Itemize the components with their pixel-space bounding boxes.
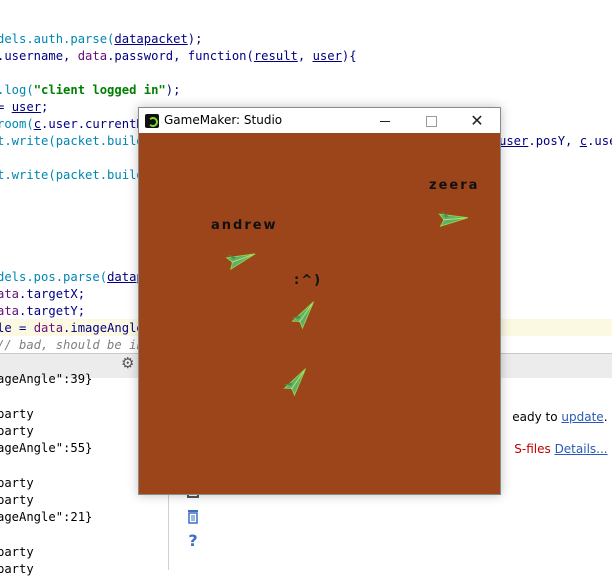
code-token: datapacket (114, 32, 188, 46)
trash-icon[interactable] (184, 507, 202, 525)
game-canvas[interactable]: zeera andrew :^) (139, 133, 500, 494)
code-token: // bad, should be in (0, 338, 144, 352)
code-line: // bad, should be in (0, 337, 144, 354)
code-token: data (77, 49, 108, 63)
console-line: party (0, 423, 34, 438)
player-name-label: zeera (429, 178, 480, 193)
help-icon[interactable]: ? (184, 531, 202, 550)
code-token: ata (0, 304, 20, 318)
console-line: party (0, 493, 34, 508)
code-line: dels.auth.parse(datapacket); (0, 31, 202, 48)
code-token: "client logged in" (33, 83, 166, 97)
code-token: le = (0, 321, 34, 335)
update-link[interactable]: update (561, 410, 603, 424)
code-token: .use (587, 134, 612, 148)
code-line: le = data.imageAngle (0, 320, 144, 337)
gamemaker-app-icon (145, 114, 159, 128)
details-link[interactable]: Details... (555, 442, 608, 456)
code-token: t.write(packet.build (0, 134, 144, 148)
window-title: GameMaker: Studio (164, 113, 283, 127)
player-ship (291, 301, 315, 330)
code-line: ata.targetY; (0, 303, 85, 320)
code-line: t.write(packet.build (0, 167, 144, 184)
code-line: t.write(packet.build (0, 133, 144, 150)
close-button[interactable]: ✕ (454, 108, 500, 133)
code-token: user (499, 134, 529, 148)
code-line: .username, data.password, function(resul… (0, 48, 357, 65)
code-token: .imageAngle (63, 321, 144, 335)
maximize-icon (425, 116, 437, 127)
code-line: dels.pos.parse(datap (0, 269, 144, 286)
console-line: ageAngle":21} (0, 510, 93, 525)
player-name-label: :^) (294, 273, 323, 288)
code-token: ata (0, 287, 20, 301)
player-ship (283, 368, 307, 397)
code-token: .password, (107, 49, 188, 63)
code-token: t.write(packet.build (0, 168, 144, 182)
code-token: ){ (341, 49, 357, 63)
maximize-button[interactable] (408, 108, 454, 133)
code-line-fragment: user.posY, c.use (499, 133, 612, 150)
minimize-button[interactable] (362, 108, 408, 133)
files-notice: S-files Details... (499, 428, 608, 470)
console-line: party (0, 406, 34, 421)
code-line: room(c.user.currentR (0, 116, 144, 133)
code-token: .posY, (528, 134, 580, 148)
code-token: c (33, 117, 42, 131)
code-token: .username, (0, 49, 78, 63)
code-line: .log("client logged in"); (0, 82, 180, 99)
code-token: .targetY; (19, 304, 86, 318)
code-token: user (11, 100, 42, 114)
console-line: ageAngle":55} (0, 441, 93, 456)
minimize-icon (380, 121, 390, 122)
code-token: data (33, 321, 64, 335)
code-token: result (253, 49, 298, 63)
code-token: room( (0, 117, 34, 131)
code-token: , (297, 49, 313, 63)
console-line: party (0, 545, 34, 559)
player-ship (225, 253, 256, 271)
code-token: dels.pos.parse( (0, 270, 108, 284)
update-notice-end: . (603, 410, 608, 424)
code-token: c (579, 134, 588, 148)
code-token: user (312, 49, 342, 63)
console-line: party (0, 475, 34, 490)
player-ship (438, 210, 469, 227)
player-name-label: andrew (211, 218, 278, 233)
code-token: ); (165, 83, 181, 97)
gear-icon[interactable]: ⚙ (121, 355, 137, 371)
code-token: .targetX; (19, 287, 86, 301)
code-token: .log( (0, 83, 34, 97)
code-token: ); (187, 32, 203, 46)
code-line: ata.targetX; (0, 286, 85, 303)
console-line: ageAngle":39} (0, 372, 93, 386)
code-token: dels.auth.parse( (0, 32, 115, 46)
code-token: function (187, 49, 247, 63)
code-line: = user; (0, 99, 48, 116)
gamemaker-window[interactable]: GameMaker: Studio ✕ zeera andrew :^) (138, 107, 501, 495)
code-token: ; (41, 100, 49, 114)
code-token: ( (246, 49, 254, 63)
code-token: .user.currentR (41, 117, 144, 131)
update-notice-text: eady to (512, 410, 562, 424)
window-titlebar[interactable]: GameMaker: Studio ✕ (139, 108, 500, 133)
files-notice-text: S-files (514, 442, 555, 456)
code-token: = (0, 100, 5, 114)
